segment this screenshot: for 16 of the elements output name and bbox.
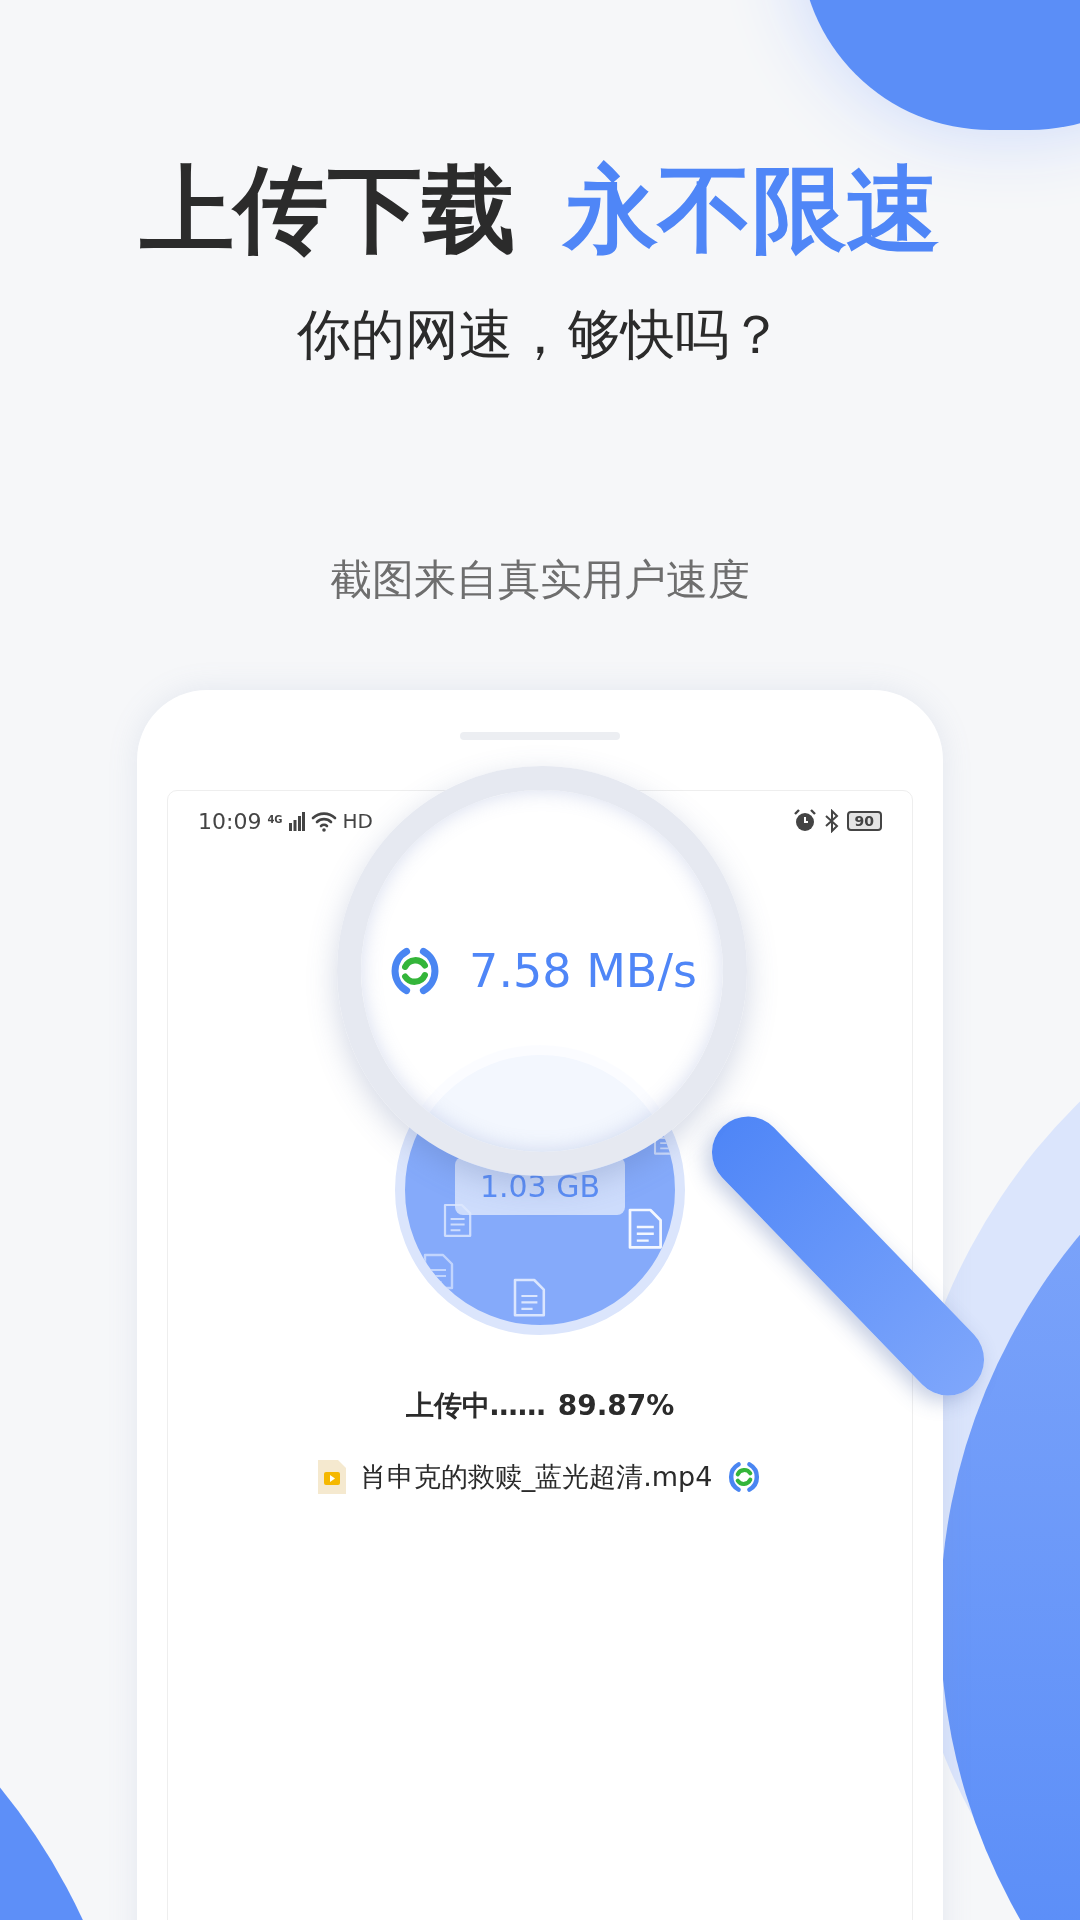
video-file-icon [317, 1460, 346, 1495]
hd-label: HD [342, 808, 374, 835]
upload-speed: 7.58 MB/s [469, 942, 697, 1000]
status-time: 10:09 [198, 807, 262, 836]
caption: 截图来自真实用户速度 [330, 554, 750, 606]
wifi-icon [310, 810, 337, 832]
upload-percent: 89.87% [557, 1388, 675, 1424]
file-name: 肖申克的救赎_蓝光超清.mp4 [359, 1460, 713, 1494]
signal-icon [288, 811, 305, 831]
network-label: 4G [267, 814, 283, 825]
upload-status: 上传中…… [405, 1388, 546, 1424]
bluetooth-icon [824, 809, 839, 833]
headline: 上传下载 [140, 163, 516, 257]
alarm-icon [792, 809, 817, 833]
subtitle: 你的网速，够快吗？ [297, 302, 783, 368]
battery-indicator: 90 [846, 811, 882, 831]
